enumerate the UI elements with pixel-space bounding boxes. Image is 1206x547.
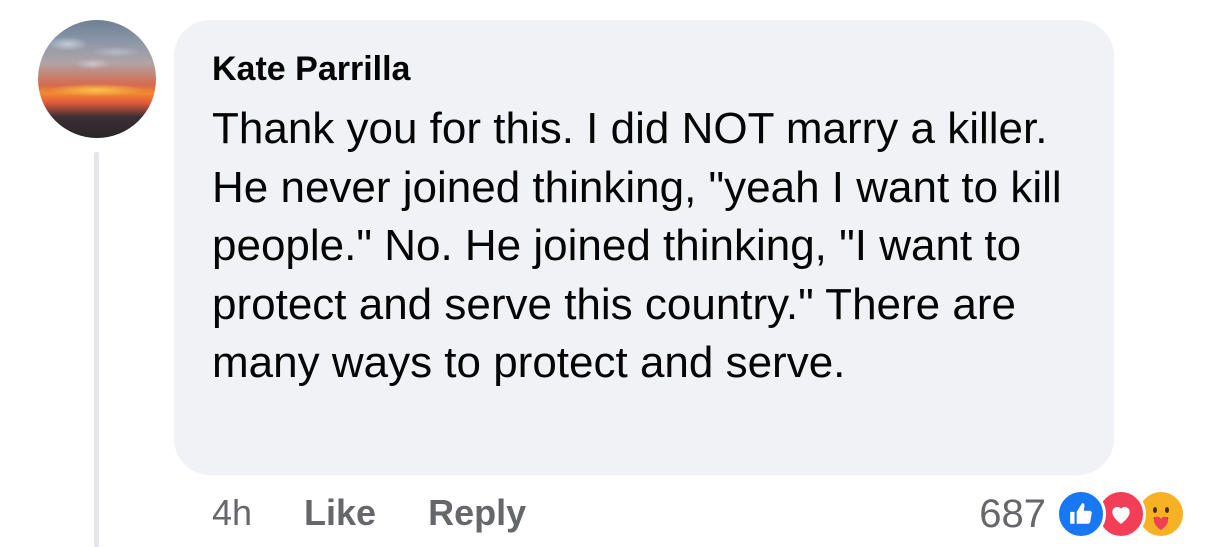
comment-timestamp[interactable]: 4h <box>212 492 252 534</box>
comment-text: Thank you for this. I did NOT marry a ki… <box>212 104 1062 387</box>
reaction-count: 687 <box>979 491 1046 536</box>
avatar-sky <box>38 30 156 70</box>
like-button[interactable]: Like <box>304 492 376 534</box>
thread-line <box>94 152 99 547</box>
comment-author[interactable]: Kate Parrilla <box>212 50 410 89</box>
avatar[interactable] <box>38 20 156 138</box>
comment-actions: 4h Like Reply <box>212 492 526 534</box>
avatar-sunset <box>38 82 156 98</box>
reactions-summary[interactable]: 687 <box>979 486 1186 542</box>
like-icon <box>1056 489 1106 539</box>
reply-button[interactable]: Reply <box>428 492 526 534</box>
